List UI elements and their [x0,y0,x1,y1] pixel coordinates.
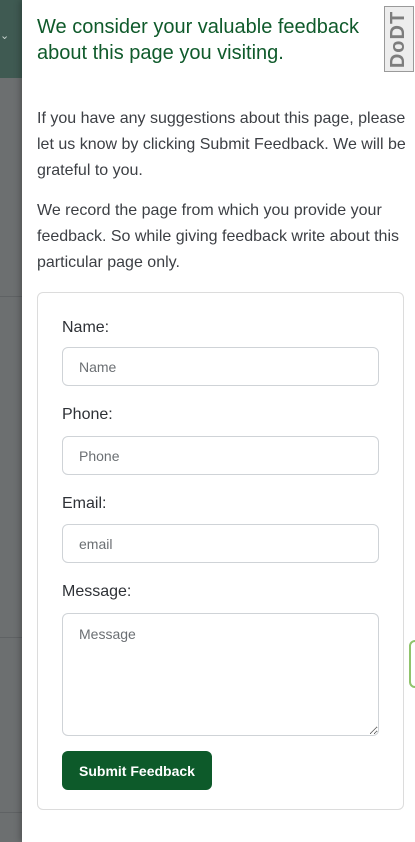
phone-label: Phone: [62,406,113,423]
page: ⌄ We consider your valuable feedback abo… [0,0,415,842]
phone-input[interactable] [62,436,379,475]
name-input[interactable] [62,347,379,386]
chevron-down-icon: ⌄ [0,30,10,42]
submit-feedback-button[interactable]: Submit Feedback [62,751,212,790]
backdrop-overlay[interactable]: ⌄ [0,0,22,842]
badge-text: DoDT [387,10,410,68]
message-label: Message: [62,583,132,600]
suggestion-paragraph: If you have any suggestions about this p… [37,110,406,179]
feedback-drawer: We consider your valuable feedback about… [22,0,415,842]
email-label: Email: [62,495,107,512]
backdrop-divider [0,637,22,638]
record-notice-paragraph: We record the page from which you provid… [37,202,399,271]
side-tab-handle[interactable] [409,640,415,688]
site-logo-badge: DoDT [384,6,414,72]
drawer-heading: We consider your valuable feedback about… [37,16,360,64]
message-textarea[interactable] [62,613,379,736]
name-label: Name: [62,319,110,336]
backdrop-divider [0,296,22,297]
email-input[interactable] [62,524,379,563]
backdrop-divider [0,812,22,813]
feedback-form: Name: Phone: Email: Message: Submit Feed… [37,292,404,810]
